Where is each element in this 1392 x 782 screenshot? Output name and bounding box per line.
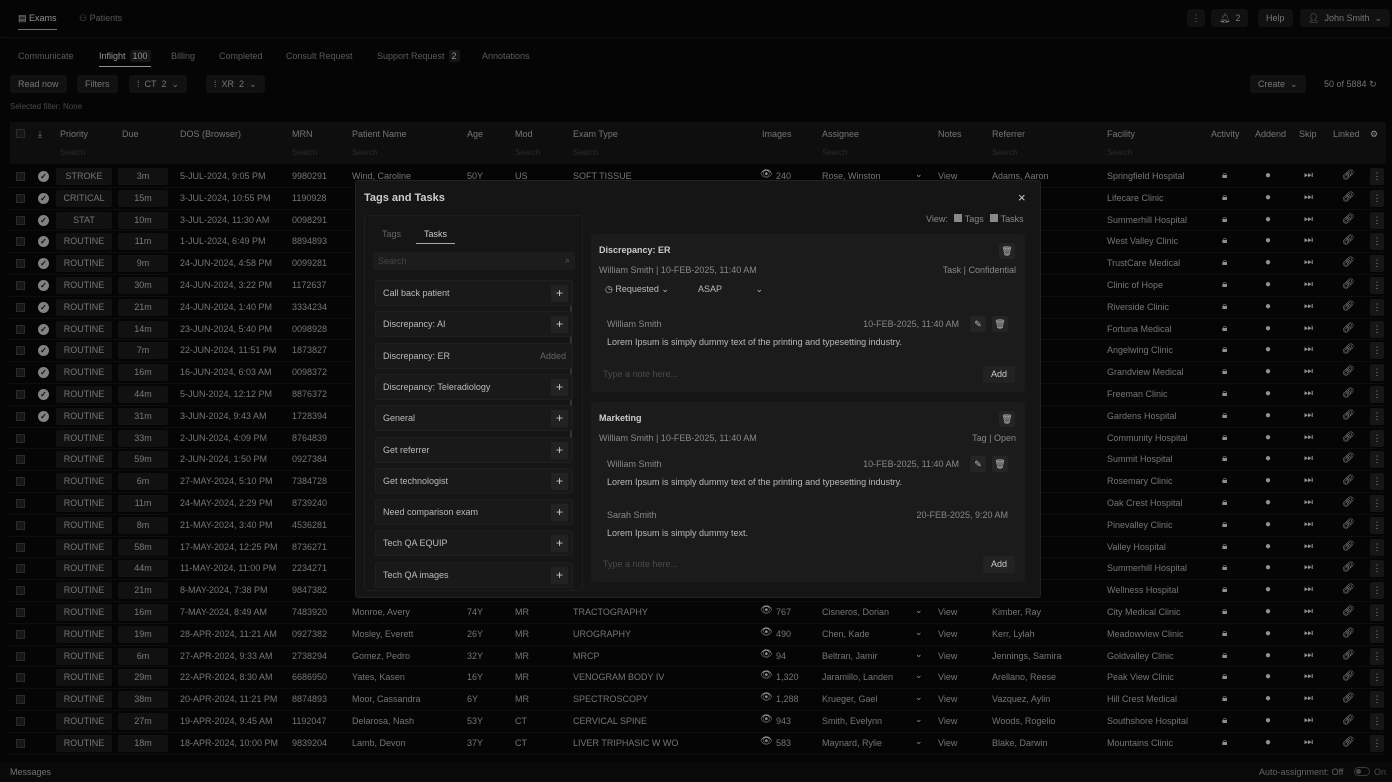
task-item-label: Tech QA images — [383, 569, 449, 580]
task-item-label: General — [383, 413, 416, 424]
close-icon[interactable]: × — [1018, 190, 1026, 205]
note-author: William Smith — [607, 319, 662, 329]
task-item[interactable]: Get referrer + — [375, 436, 573, 463]
note-time: 10-FEB-2025, 11:40 AM — [863, 319, 959, 329]
task-item-label: Get technologist — [383, 475, 449, 486]
note-author: William Smith — [607, 459, 662, 469]
task-item[interactable]: Call back patient + — [375, 280, 573, 306]
add-note-button[interactable]: Add — [983, 366, 1015, 383]
delete-icon[interactable]: 🗑︎ — [999, 243, 1015, 259]
note-text: Lorem Ipsum is simply dummy text of the … — [607, 477, 902, 487]
add-task-button[interactable]: + — [551, 535, 568, 553]
task-item-label: Get referrer — [383, 444, 430, 455]
status-dropdown[interactable]: ◷ Requested ⌄ — [605, 284, 669, 295]
note-input[interactable]: Type a note here... — [603, 369, 678, 379]
view-tasks-checkbox[interactable] — [990, 214, 999, 222]
add-task-button[interactable]: + — [551, 441, 568, 459]
note-time: 10-FEB-2025, 11:40 AM — [863, 459, 959, 469]
tab-tasks[interactable]: Tasks — [416, 229, 456, 244]
add-task-button[interactable]: + — [551, 410, 568, 428]
card-meta: William Smith | 10-FEB-2025, 11:40 AM — [599, 433, 757, 443]
search-icon: ⌕ — [564, 255, 570, 265]
task-card: Marketing 🗑︎ William Smith | 10-FEB-2025, … — [591, 402, 1025, 582]
note-text: Lorem Ipsum is simply dummy text of the … — [607, 337, 902, 347]
add-task-button[interactable]: + — [551, 285, 568, 302]
task-item-label: Discrepancy: AI — [383, 319, 446, 330]
added-status: Added — [539, 350, 566, 361]
note-author: Sarah Smith — [607, 510, 657, 520]
card-meta: William Smith | 10-FEB-2025, 11:40 AM — [599, 265, 757, 275]
card-title: Discrepancy: ER — [599, 245, 671, 255]
add-task-button[interactable]: + — [551, 566, 568, 584]
task-item-label: Discrepancy: Teleradiology — [383, 381, 491, 392]
modal-title: Tags and Tasks — [364, 192, 445, 204]
view-tags-checkbox[interactable] — [954, 214, 963, 222]
task-search-input[interactable]: Search ⌕ — [373, 252, 575, 270]
task-item-label: Need comparison exam — [383, 507, 479, 518]
note-input[interactable]: Type a note here... — [603, 559, 678, 569]
edit-icon[interactable]: ✎ — [970, 316, 986, 332]
add-task-button[interactable]: + — [551, 378, 568, 396]
task-item[interactable]: General + — [375, 405, 573, 432]
note-time: 20-FEB-2025, 9:20 AM — [916, 510, 1008, 520]
card-type: Task | Confidential — [942, 265, 1016, 275]
card-type: Tag | Open — [972, 433, 1016, 443]
task-item-label: Discrepancy: ER — [383, 350, 451, 361]
clock-icon: ◷ — [605, 284, 616, 294]
task-item-label: Call back patient — [383, 288, 450, 298]
add-task-button[interactable]: + — [551, 316, 568, 334]
tab-tags[interactable]: Tags — [382, 229, 401, 239]
edit-icon[interactable]: ✎ — [970, 456, 986, 472]
task-item-label: Tech QA EQUIP — [383, 538, 448, 549]
task-item[interactable]: Discrepancy: AI + — [375, 311, 573, 338]
delete-icon[interactable]: 🗑︎ — [992, 316, 1008, 332]
add-task-button[interactable]: + — [551, 472, 568, 490]
task-item[interactable]: Get technologist + — [375, 467, 573, 494]
task-item[interactable]: Discrepancy: Teleradiology + — [375, 373, 573, 400]
task-item[interactable]: Discrepancy: ER Added — [375, 342, 573, 369]
note-text: Lorem Ipsum is simply dummy text. — [607, 528, 749, 538]
add-note-button[interactable]: Add — [983, 556, 1015, 573]
task-item[interactable]: Tech QA EQUIP + — [375, 530, 573, 557]
delete-icon[interactable]: 🗑︎ — [999, 411, 1015, 427]
task-item[interactable]: Tech QA images + — [375, 561, 573, 588]
task-card: Discrepancy: ER 🗑︎ William Smith | 10-FEB-… — [591, 234, 1025, 392]
card-title: Marketing — [599, 413, 642, 423]
tags-tasks-modal: Tags and Tasks × Tags Tasks Search ⌕ Call… — [355, 180, 1041, 598]
urgency-dropdown[interactable]: ASAP ⌄ — [698, 284, 763, 294]
view-filter: View: Tags Tasks — [926, 214, 1024, 224]
task-item[interactable]: Need comparison exam + — [375, 499, 573, 526]
tasks-panel: Tags Tasks Search ⌕ Call back patient + Dis… — [364, 215, 583, 591]
add-task-button[interactable]: + — [551, 504, 568, 522]
delete-icon[interactable]: 🗑︎ — [992, 456, 1008, 472]
